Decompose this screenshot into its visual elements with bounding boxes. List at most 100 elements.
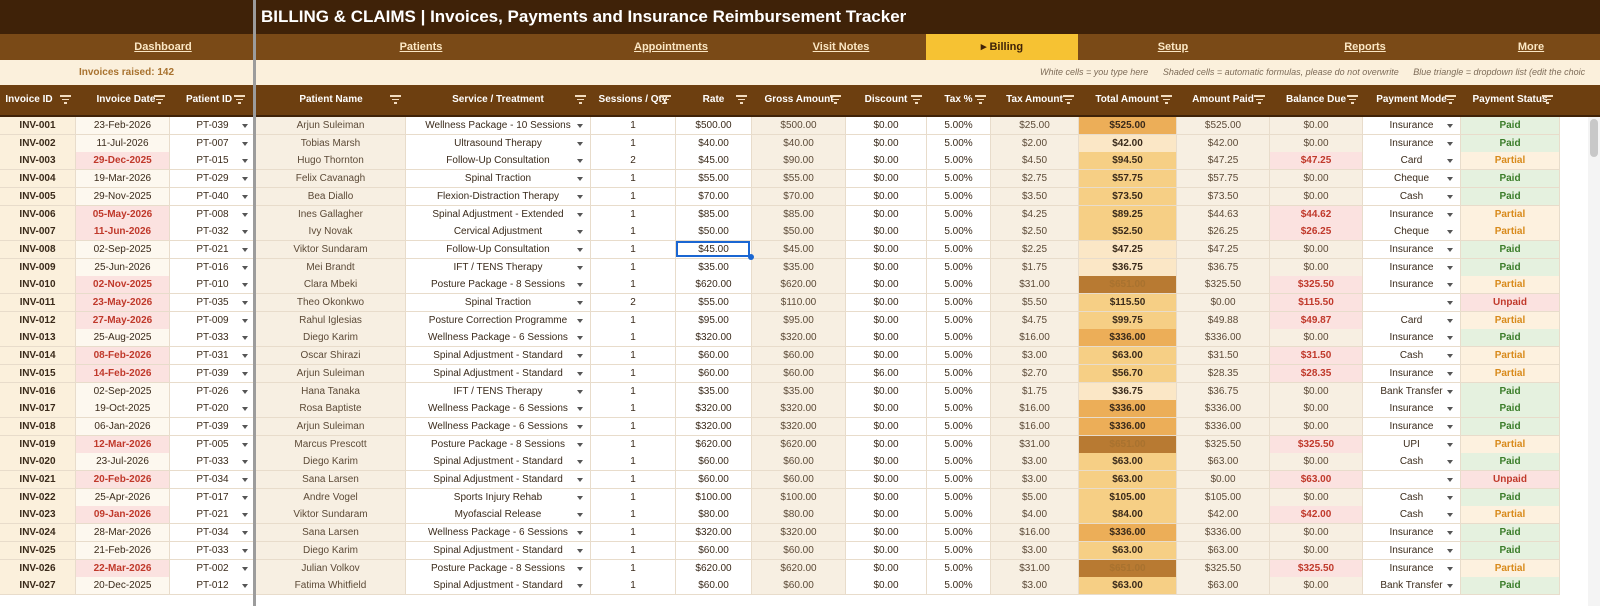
cell-tax[interactable]: 5.00% bbox=[927, 258, 991, 277]
dropdown-arrow-icon[interactable] bbox=[1447, 460, 1453, 465]
cell-balance-due[interactable]: $44.62 bbox=[1270, 205, 1363, 224]
dropdown-arrow-icon[interactable] bbox=[242, 194, 248, 199]
cell-tax-amount[interactable]: $2.50 bbox=[991, 223, 1079, 242]
cell-invoice-date[interactable]: 22-Mar-2026 bbox=[76, 559, 170, 578]
cell-amount-paid[interactable]: $36.75 bbox=[1177, 382, 1270, 401]
cell-rate[interactable]: $320.00 bbox=[676, 400, 752, 419]
cell-total-amount[interactable]: $36.75 bbox=[1079, 258, 1177, 277]
nav-tab-billing[interactable]: ▸ Billing bbox=[926, 34, 1078, 60]
cell-invoice-id[interactable]: INV-003 bbox=[0, 152, 76, 171]
cell-service-treatment[interactable]: Myofascial Release bbox=[406, 506, 591, 525]
dropdown-arrow-icon[interactable] bbox=[242, 336, 248, 341]
dropdown-arrow-icon[interactable] bbox=[577, 531, 583, 536]
filter-icon[interactable] bbox=[60, 95, 71, 104]
cell-tax[interactable]: 5.00% bbox=[927, 382, 991, 401]
cell-service-treatment[interactable]: IFT / TENS Therapy bbox=[406, 382, 591, 401]
filter-icon[interactable] bbox=[660, 95, 671, 104]
cell-invoice-date[interactable]: 29-Nov-2025 bbox=[76, 187, 170, 206]
cell-service-treatment[interactable]: Wellness Package - 6 Sessions bbox=[406, 524, 591, 543]
cell-invoice-date[interactable]: 12-Mar-2026 bbox=[76, 435, 170, 454]
cell-balance-due[interactable]: $0.00 bbox=[1270, 541, 1363, 560]
cell-amount-paid[interactable]: $0.00 bbox=[1177, 471, 1270, 489]
cell-balance-due[interactable]: $0.00 bbox=[1270, 329, 1363, 348]
cell-invoice-id[interactable]: INV-002 bbox=[0, 134, 76, 153]
nav-tab-appointments[interactable]: Appointments bbox=[586, 34, 756, 60]
cell-tax-amount[interactable]: $4.00 bbox=[991, 506, 1079, 525]
cell-payment-status[interactable]: Paid bbox=[1461, 258, 1560, 277]
filter-icon[interactable] bbox=[1445, 95, 1456, 104]
cell-service-treatment[interactable]: Flexion-Distraction Therapy bbox=[406, 187, 591, 206]
cell-invoice-date[interactable]: 20-Feb-2026 bbox=[76, 471, 170, 489]
cell-sessions-qty[interactable]: 1 bbox=[591, 506, 676, 525]
cell-patient-name[interactable]: Sana Larsen bbox=[256, 524, 406, 543]
cell-balance-due[interactable]: $115.50 bbox=[1270, 294, 1363, 312]
cell-gross-amount[interactable]: $620.00 bbox=[752, 435, 846, 454]
cell-tax-amount[interactable]: $16.00 bbox=[991, 329, 1079, 348]
cell-gross-amount[interactable]: $100.00 bbox=[752, 488, 846, 507]
cell-payment-status[interactable]: Paid bbox=[1461, 417, 1560, 436]
cell-tax-amount[interactable]: $31.00 bbox=[991, 435, 1079, 454]
cell-sessions-qty[interactable]: 1 bbox=[591, 382, 676, 401]
cell-balance-due[interactable]: $42.00 bbox=[1270, 506, 1363, 525]
dropdown-arrow-icon[interactable] bbox=[242, 141, 248, 146]
cell-balance-due[interactable]: $28.35 bbox=[1270, 364, 1363, 383]
cell-total-amount[interactable]: $336.00 bbox=[1079, 524, 1177, 543]
cell-rate[interactable]: $60.00 bbox=[676, 364, 752, 383]
cell-balance-due[interactable]: $47.25 bbox=[1270, 152, 1363, 171]
cell-patient-name[interactable]: Ivy Novak bbox=[256, 223, 406, 242]
cell-discount[interactable]: $0.00 bbox=[846, 187, 927, 206]
cell-balance-due[interactable]: $0.00 bbox=[1270, 524, 1363, 543]
cell-balance-due[interactable]: $0.00 bbox=[1270, 240, 1363, 259]
cell-invoice-id[interactable]: INV-025 bbox=[0, 541, 76, 560]
cell-rate[interactable]: $70.00 bbox=[676, 187, 752, 206]
cell-service-treatment[interactable]: Cervical Adjustment bbox=[406, 223, 591, 242]
cell-invoice-date[interactable]: 25-Apr-2026 bbox=[76, 488, 170, 507]
cell-tax[interactable]: 5.00% bbox=[927, 435, 991, 454]
frozen-column-divider[interactable] bbox=[253, 0, 256, 606]
dropdown-arrow-icon[interactable] bbox=[242, 478, 248, 482]
cell-gross-amount[interactable]: $620.00 bbox=[752, 276, 846, 295]
cell-amount-paid[interactable]: $42.00 bbox=[1177, 506, 1270, 525]
cell-total-amount[interactable]: $525.00 bbox=[1079, 117, 1177, 135]
cell-amount-paid[interactable]: $336.00 bbox=[1177, 329, 1270, 348]
dropdown-arrow-icon[interactable] bbox=[1447, 177, 1453, 182]
cell-amount-paid[interactable]: $63.00 bbox=[1177, 577, 1270, 596]
cell-amount-paid[interactable]: $525.00 bbox=[1177, 117, 1270, 135]
dropdown-arrow-icon[interactable] bbox=[1447, 159, 1453, 164]
cell-tax[interactable]: 5.00% bbox=[927, 187, 991, 206]
cell-service-treatment[interactable]: Spinal Adjustment - Extended bbox=[406, 205, 591, 224]
cell-rate[interactable]: $35.00 bbox=[676, 382, 752, 401]
dropdown-arrow-icon[interactable] bbox=[1447, 230, 1453, 235]
cell-tax[interactable]: 5.00% bbox=[927, 347, 991, 366]
cell-patient-name[interactable]: Rosa Baptiste bbox=[256, 400, 406, 419]
cell-gross-amount[interactable]: $80.00 bbox=[752, 506, 846, 525]
dropdown-arrow-icon[interactable] bbox=[577, 141, 583, 146]
cell-discount[interactable]: $0.00 bbox=[846, 559, 927, 578]
cell-balance-due[interactable]: $325.50 bbox=[1270, 435, 1363, 454]
cell-total-amount[interactable]: $105.00 bbox=[1079, 488, 1177, 507]
cell-gross-amount[interactable]: $70.00 bbox=[752, 187, 846, 206]
filter-icon[interactable] bbox=[234, 95, 245, 104]
cell-total-amount[interactable]: $42.00 bbox=[1079, 134, 1177, 153]
cell-service-treatment[interactable]: Wellness Package - 6 Sessions bbox=[406, 417, 591, 436]
cell-balance-due[interactable]: $0.00 bbox=[1270, 417, 1363, 436]
cell-gross-amount[interactable]: $620.00 bbox=[752, 559, 846, 578]
cell-service-treatment[interactable]: Posture Package - 8 Sessions bbox=[406, 276, 591, 295]
cell-discount[interactable]: $0.00 bbox=[846, 134, 927, 153]
cell-total-amount[interactable]: $52.50 bbox=[1079, 223, 1177, 242]
cell-service-treatment[interactable]: Spinal Adjustment - Standard bbox=[406, 471, 591, 489]
cell-gross-amount[interactable]: $500.00 bbox=[752, 117, 846, 135]
cell-tax-amount[interactable]: $4.75 bbox=[991, 311, 1079, 330]
cell-total-amount[interactable]: $56.70 bbox=[1079, 364, 1177, 383]
dropdown-arrow-icon[interactable] bbox=[242, 407, 248, 412]
cell-rate[interactable]: $35.00 bbox=[676, 258, 752, 277]
cell-total-amount[interactable]: $84.00 bbox=[1079, 506, 1177, 525]
cell-sessions-qty[interactable]: 1 bbox=[591, 435, 676, 454]
cell-sessions-qty[interactable]: 1 bbox=[591, 329, 676, 348]
cell-service-treatment[interactable]: Spinal Traction bbox=[406, 294, 591, 312]
cell-tax[interactable]: 5.00% bbox=[927, 329, 991, 348]
cell-tax-amount[interactable]: $16.00 bbox=[991, 400, 1079, 419]
cell-tax[interactable]: 5.00% bbox=[927, 117, 991, 135]
cell-rate[interactable]: $320.00 bbox=[676, 329, 752, 348]
cell-sessions-qty[interactable]: 1 bbox=[591, 364, 676, 383]
